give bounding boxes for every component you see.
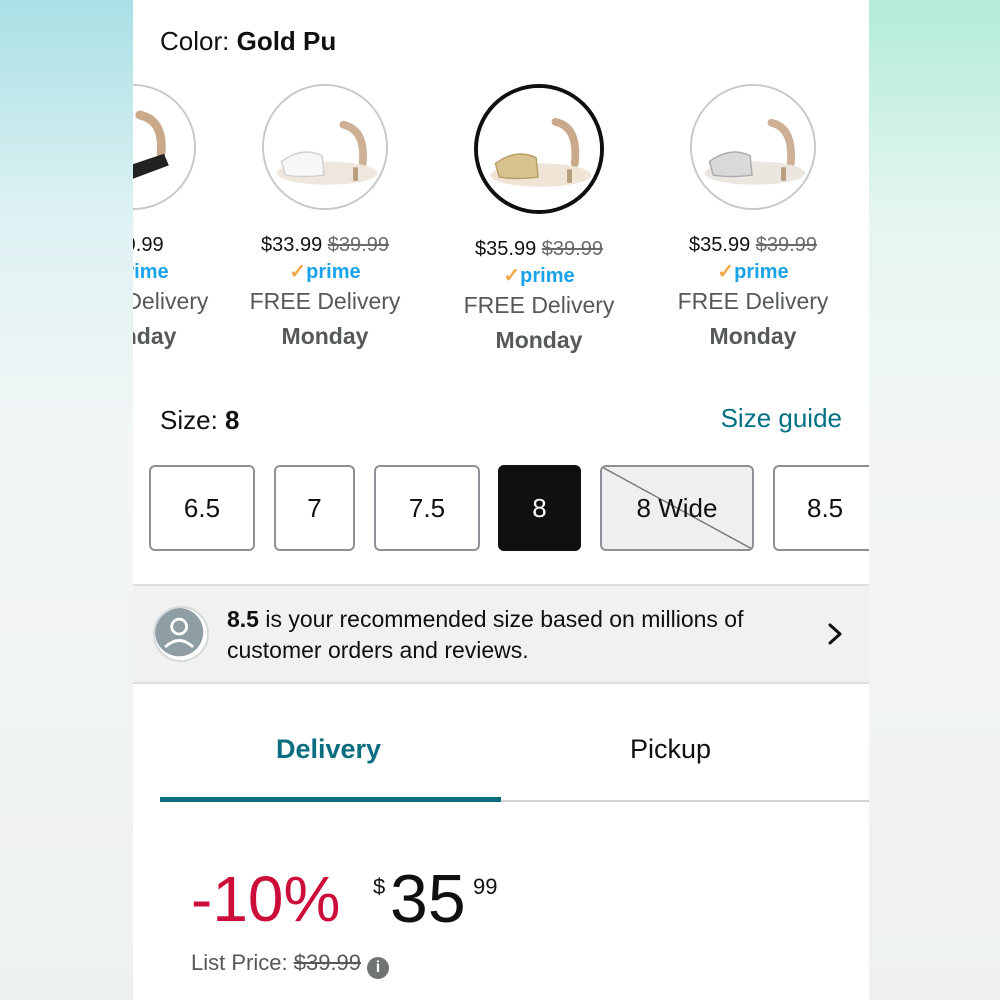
size-option-7-5[interactable]: 7.5 [374,465,480,551]
size-label: Size: 8 [160,405,240,435]
size-option-8-5[interactable]: 8.5 [773,465,869,551]
active-tab-indicator [160,797,501,802]
discount-percent: -10% [191,863,341,935]
background-right [868,0,1000,1000]
free-delivery-text: FREE Delivery [463,292,615,318]
color-swatch-silver[interactable]: $35.99 $39.99 ✓prime FREE Delivery Monda… [646,84,860,350]
size-option-label: 8 Wide [636,492,718,523]
price-currency: $ [373,874,386,899]
color-swatch-gold[interactable]: $35.99 $39.99 ✓prime FREE Delivery Monda… [432,84,646,354]
swatch-image [690,84,816,210]
price-whole: 35 [390,861,466,937]
swatch-image [133,84,196,210]
size-option-8-wide[interactable]: 8 Wide [600,465,754,551]
delivery-day: Monday [281,323,369,349]
recommendation-text: 8.5 is your recommended size based on mi… [227,606,744,663]
swatch-image [262,84,388,210]
prime-badge: ✓prime [503,265,575,287]
color-swatch-white[interactable]: $33.99 $39.99 ✓prime FREE Delivery Monda… [218,84,432,350]
swatch-price: $35.99 [475,238,537,260]
delivery-day: Monday [495,327,583,353]
free-delivery-text: FREE Delivery [249,288,401,314]
size-option-6-5[interactable]: 6.5 [149,465,255,551]
product-options-panel: Color: Gold Pu $39.99 ✓prime FREE Delive… [133,0,869,1000]
delivery-day: Monday [709,323,797,349]
swatch-list-price: $39.99 [541,238,603,260]
chevron-right-icon[interactable] [825,622,845,646]
tab-pickup[interactable]: Pickup [630,734,711,765]
prime-badge: ✓prime [717,261,789,283]
swatch-price: $39.99 [133,234,164,256]
free-delivery-text: FREE Delivery [677,288,829,314]
size-guide-link[interactable]: Size guide [721,403,842,434]
size-value: 8 [225,405,240,435]
size-recommendation-banner[interactable]: 8.5 is your recommended size based on mi… [133,584,869,684]
info-icon[interactable]: i [367,957,390,979]
list-price: List Price: $39.99 i [191,950,390,979]
delivery-pickup-tabs: Delivery Pickup [160,720,869,802]
prime-badge: ✓prime [289,261,361,283]
swatch-list-price: $39.99 [755,234,817,256]
swatch-list-price: $39.99 [327,234,389,256]
color-value: Gold Pu [236,26,337,56]
swatch-image [474,84,604,214]
swatch-price: $35.99 [689,234,751,256]
size-option-7[interactable]: 7 [274,465,355,551]
color-label: Color: Gold Pu [160,26,337,56]
size-option-8[interactable]: 8 [498,465,581,551]
swatch-price: $33.99 [261,234,323,256]
tab-delivery[interactable]: Delivery [276,734,381,765]
price-fraction: 99 [473,874,498,899]
recommended-size: 8.5 [227,606,259,632]
list-price-value: $39.99 [293,950,362,975]
person-icon [153,606,209,662]
